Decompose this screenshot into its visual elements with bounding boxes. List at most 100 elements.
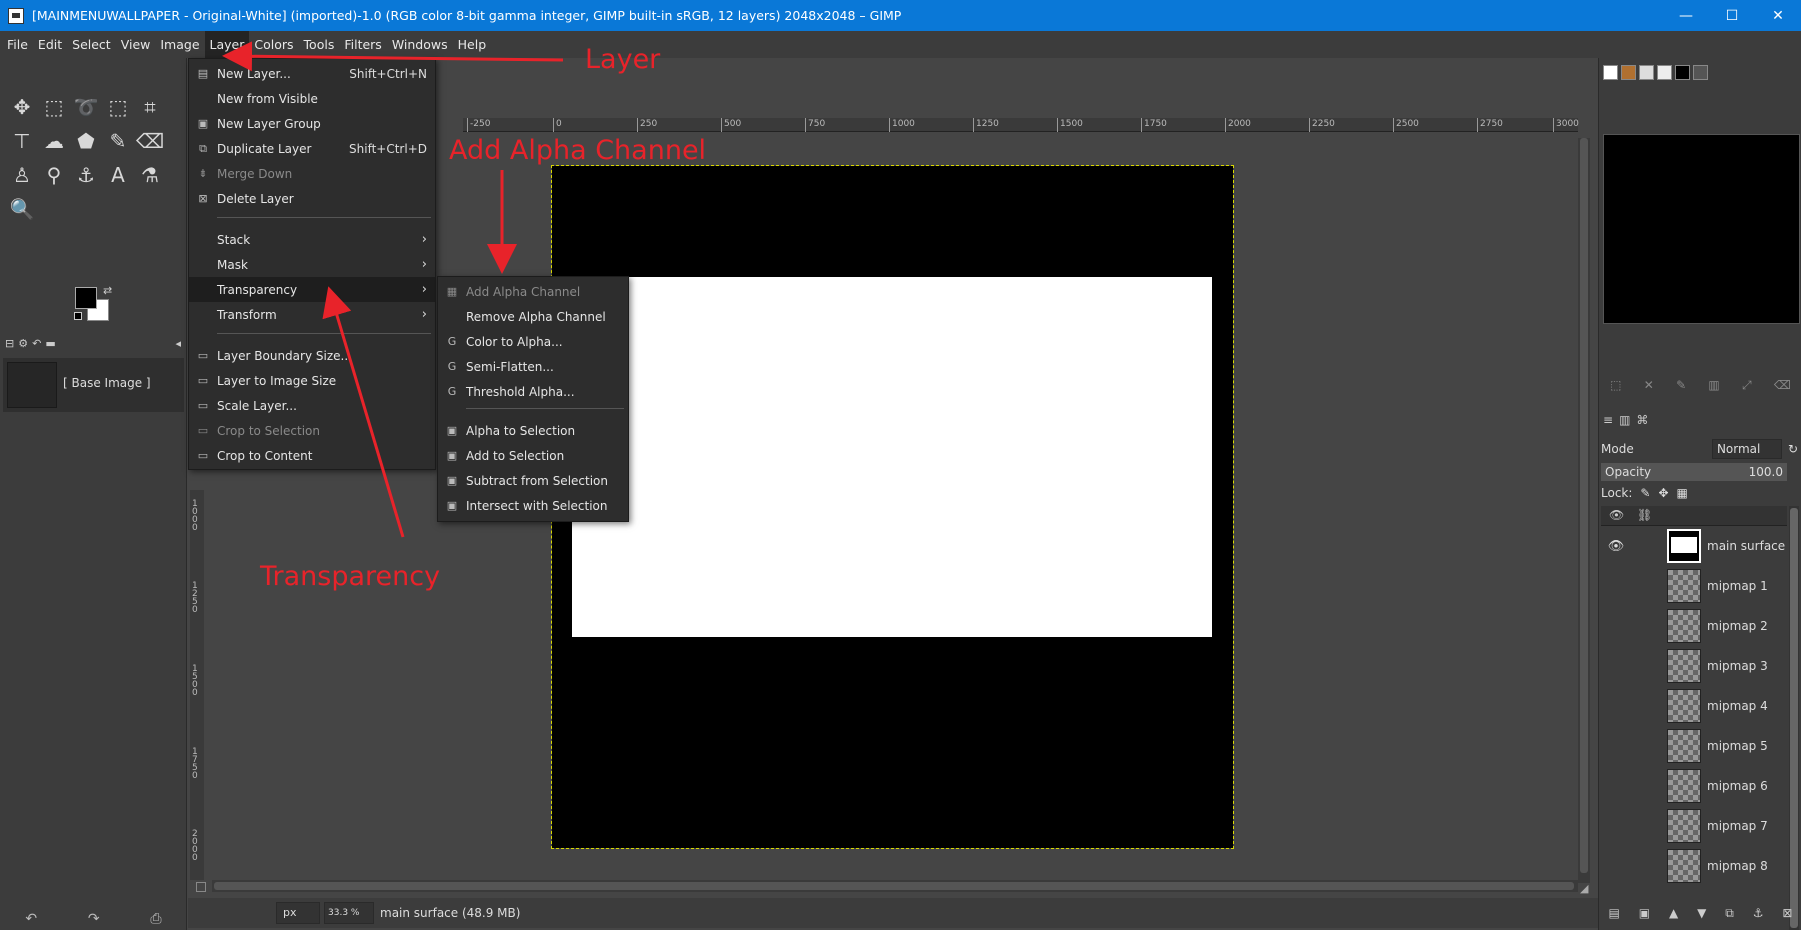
layer-name[interactable]: mipmap 8 (1707, 859, 1768, 873)
smudge-tool-icon[interactable]: ⚲ (38, 158, 70, 192)
image-list-item[interactable]: [ Base Image ] (63, 376, 151, 390)
select-icon[interactable]: ⬚ (1610, 378, 1621, 398)
images-tab-icon[interactable]: ▬ (45, 337, 55, 350)
bucket-fill-tool-icon[interactable]: ⬟ (70, 124, 102, 158)
layer-row[interactable]: mipmap 2 (1601, 606, 1787, 646)
menu-colors[interactable]: Colors (249, 31, 298, 58)
maximize-button[interactable]: ☐ (1709, 0, 1755, 31)
foreground-color-swatch[interactable] (75, 287, 97, 309)
rect-select-tool-icon[interactable]: ⬚ (38, 90, 70, 124)
menu-select[interactable]: Select (67, 31, 116, 58)
lock-position-icon[interactable]: ✥ (1658, 486, 1668, 500)
layer-name[interactable]: mipmap 6 (1707, 779, 1768, 793)
layer-name[interactable]: mipmap 2 (1707, 619, 1768, 633)
scroll-thumb[interactable] (1580, 138, 1588, 873)
mode-reset-icon[interactable]: ↻ (1788, 442, 1798, 456)
layers-scrollbar[interactable] (1789, 506, 1799, 930)
eraser-tool-icon[interactable]: ⌫ (134, 124, 166, 158)
menu-item-intersect-with-selection[interactable]: ▣ Intersect with Selection (438, 493, 628, 518)
opacity-value[interactable]: 100.0 (1749, 463, 1783, 481)
menu-item-threshold-alpha[interactable]: G Threshold Alpha... (438, 379, 628, 404)
menu-item-delete-layer[interactable]: ⊠ Delete Layer (189, 186, 435, 211)
layer-row[interactable]: mipmap 3 (1601, 646, 1787, 686)
menu-item-transparency[interactable]: Transparency › (189, 277, 435, 302)
color-picker-tool-icon[interactable]: ⚗ (134, 158, 166, 192)
menu-file[interactable]: File (2, 31, 33, 58)
paintbrush-tool-icon[interactable]: ✎ (102, 124, 134, 158)
layer-row[interactable]: mipmap 5 (1601, 726, 1787, 766)
menu-item-new-from-visible[interactable]: New from Visible (189, 86, 435, 111)
menu-item-layer-boundary-size[interactable]: ▭ Layer Boundary Size... (189, 343, 435, 368)
menu-windows[interactable]: Windows (387, 31, 453, 58)
device-status-tab-icon[interactable]: ⚙ (18, 337, 28, 350)
image-thumbnail[interactable] (7, 362, 57, 408)
menu-help[interactable]: Help (453, 31, 492, 58)
layer-name[interactable]: mipmap 7 (1707, 819, 1768, 833)
layer-row[interactable]: mipmap 1 (1601, 566, 1787, 606)
layer-name[interactable]: mipmap 4 (1707, 699, 1768, 713)
text-tool-icon[interactable]: A (102, 158, 134, 192)
dock-config-icon[interactable]: ◂ (175, 337, 181, 350)
menu-item-alpha-to-selection[interactable]: ▣ Alpha to Selection (438, 418, 628, 443)
warp-tool-icon[interactable]: ☁ (38, 124, 70, 158)
fg-bg-color-widget[interactable]: ⇄ (74, 284, 115, 327)
menu-image[interactable]: Image (155, 31, 204, 58)
paths-tool-icon[interactable]: ⚓ (70, 158, 102, 192)
paths-tab-icon[interactable]: ⌘ (1636, 413, 1648, 427)
menu-item-color-to-alpha[interactable]: G Color to Alpha... (438, 329, 628, 354)
menu-item-add-to-selection[interactable]: ▣ Add to Selection (438, 443, 628, 468)
brushes-tab-icon[interactable] (1603, 64, 1618, 80)
colors-tab-icon[interactable] (1675, 64, 1690, 80)
free-select-tool-icon[interactable]: ➰ (70, 90, 102, 124)
new-group-icon[interactable]: ▣ (1639, 906, 1650, 926)
close-button[interactable]: ✕ (1755, 0, 1801, 31)
undo-history-tab-icon[interactable]: ↶ (32, 337, 41, 350)
menu-item-scale-layer[interactable]: ▭ Scale Layer... (189, 393, 435, 418)
duplicate-layer-icon[interactable]: ⧉ (1725, 906, 1734, 926)
clear-icon[interactable]: ⌫ (1774, 378, 1791, 398)
menu-tools[interactable]: Tools (299, 31, 340, 58)
menu-item-stack[interactable]: Stack › (189, 227, 435, 252)
gradient-tab-icon[interactable] (1693, 64, 1708, 80)
menu-item-crop-to-selection[interactable]: ▭ Crop to Selection (189, 418, 435, 443)
visibility-eye-icon[interactable]: 👁 (1601, 539, 1631, 554)
horizontal-scrollbar[interactable] (212, 880, 1578, 892)
layer-row[interactable]: mipmap 6 (1601, 766, 1787, 806)
undo-icon[interactable]: ↶ (25, 911, 37, 927)
zoom-select[interactable]: 33.3 % (324, 902, 374, 924)
menu-item-transform[interactable]: Transform › (189, 302, 435, 327)
menu-item-add-alpha-channel[interactable]: ▦ Add Alpha Channel (438, 279, 628, 304)
unit-select[interactable]: px (276, 902, 320, 924)
menu-item-semi-flatten[interactable]: G Semi-Flatten... (438, 354, 628, 379)
menu-item-subtract-from-selection[interactable]: ▣ Subtract from Selection (438, 468, 628, 493)
move-tool-icon[interactable]: ✥ (6, 90, 38, 124)
print-icon[interactable]: ⎙ (150, 911, 161, 927)
close-icon[interactable]: ✕ (1644, 378, 1654, 398)
navigate-icon[interactable]: ◢ (1580, 882, 1588, 895)
clone-tool-icon[interactable]: ♙ (6, 158, 38, 192)
grid-icon[interactable]: ▥ (1708, 378, 1719, 398)
menu-layer[interactable]: Layer (204, 31, 250, 58)
layer-row[interactable]: 👁 main surface (1601, 526, 1787, 566)
menu-item-duplicate-layer[interactable]: ⧉ Duplicate Layer Shift+Ctrl+D (189, 136, 435, 161)
tool-options-tab-icon[interactable]: ⊟ (5, 337, 14, 350)
navigation-preview[interactable] (1603, 134, 1800, 324)
mode-select[interactable]: Normal (1711, 439, 1782, 459)
fonts-tab-icon[interactable] (1639, 64, 1654, 80)
layer-row[interactable]: mipmap 8 (1601, 846, 1787, 886)
layer-name[interactable]: mipmap 5 (1707, 739, 1768, 753)
minimize-button[interactable]: — (1663, 0, 1709, 31)
channels-tab-icon[interactable]: ▥ (1619, 413, 1630, 427)
resize-icon[interactable]: ⤢ (1742, 378, 1752, 398)
opacity-slider[interactable]: Opacity 100.0 (1601, 463, 1787, 481)
menu-view[interactable]: View (116, 31, 156, 58)
lock-pixels-icon[interactable]: ✎ (1640, 486, 1650, 500)
unified-transform-tool-icon[interactable]: ⊤ (6, 124, 38, 158)
crop-tool-icon[interactable]: ⌗ (134, 90, 166, 124)
swap-colors-icon[interactable]: ⇄ (103, 284, 112, 297)
menu-item-mask[interactable]: Mask › (189, 252, 435, 277)
menu-item-new-layer-group[interactable]: ▣ New Layer Group (189, 111, 435, 136)
menu-item-layer-to-image-size[interactable]: ▭ Layer to Image Size (189, 368, 435, 393)
menu-item-new-layer[interactable]: ▤ New Layer... Shift+Ctrl+N (189, 61, 435, 86)
scroll-thumb[interactable] (1790, 508, 1798, 928)
